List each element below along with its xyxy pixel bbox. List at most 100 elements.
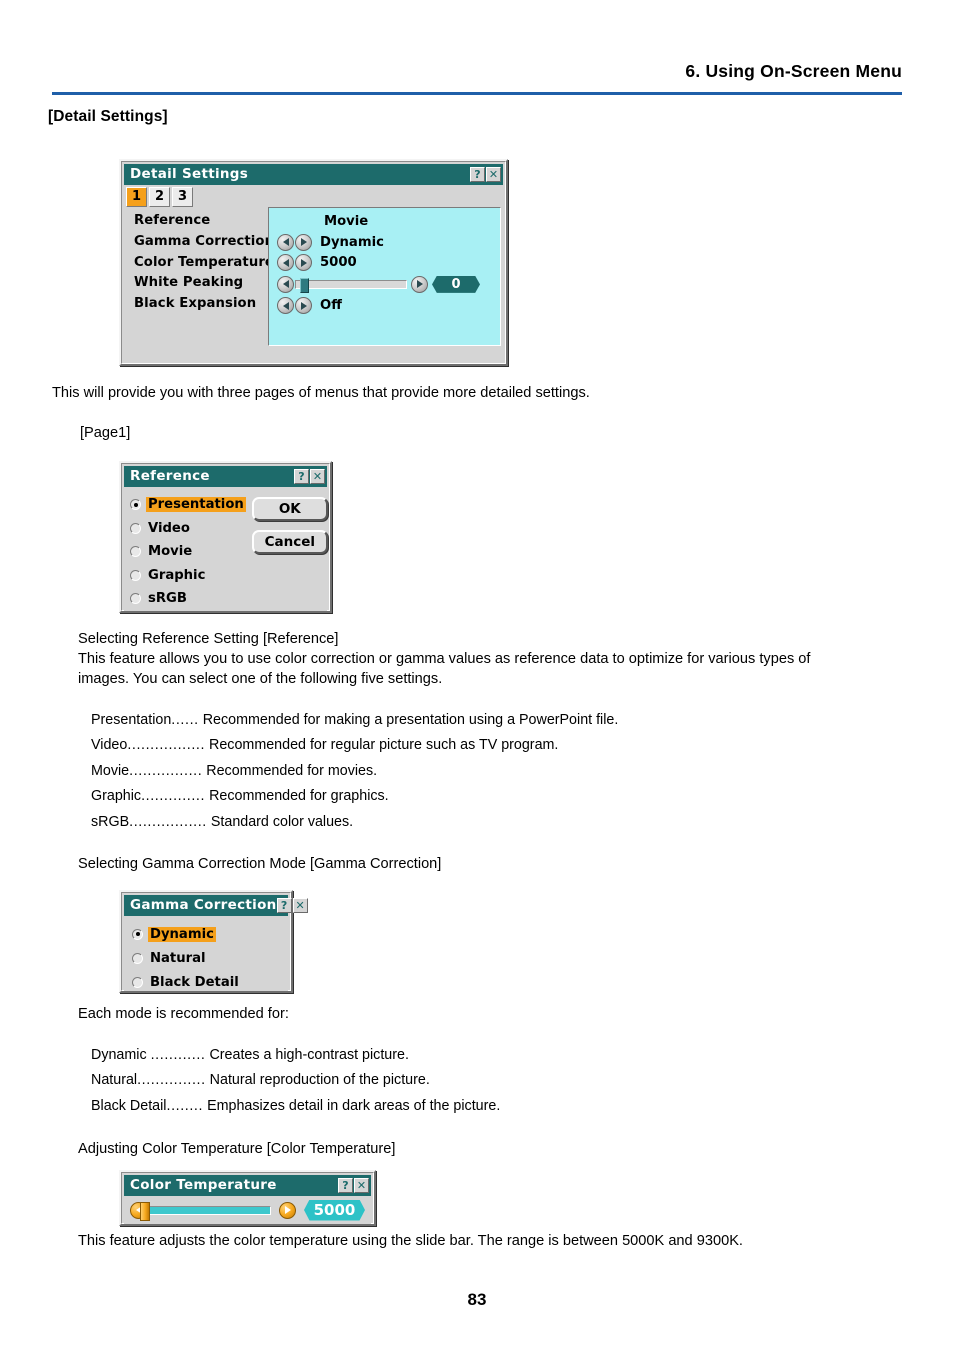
- arrow-right-icon[interactable]: [295, 233, 312, 251]
- reference-dialog-body: Presentation Video Movie Graphic sRGB OK…: [124, 487, 328, 611]
- reference-option-label: Graphic: [148, 567, 206, 583]
- definition-dots: ........: [166, 1097, 204, 1114]
- definition-description: Recommended for movies.: [206, 762, 378, 779]
- reference-option-srgb[interactable]: sRGB: [130, 587, 246, 611]
- definition-description: Recommended for graphics.: [209, 788, 389, 805]
- arrow-right-icon[interactable]: [411, 275, 428, 293]
- radio-icon[interactable]: [130, 522, 141, 534]
- reference-option-list: Presentation Video Movie Graphic sRGB: [130, 493, 246, 607]
- arrow-left-icon[interactable]: [277, 297, 294, 315]
- help-icon[interactable]: ?: [294, 469, 309, 484]
- tab-page-3[interactable]: 3: [172, 187, 193, 207]
- gamma-option-black-detail[interactable]: Black Detail: [132, 970, 284, 994]
- definition-dots: ...............: [137, 1072, 206, 1089]
- value-row-black-expansion: Off: [269, 295, 500, 316]
- close-icon[interactable]: ✕: [486, 167, 501, 182]
- close-icon[interactable]: ✕: [310, 469, 325, 484]
- menu-item-black-expansion[interactable]: Black Expansion: [134, 294, 263, 315]
- definition-dots: ..............: [141, 788, 206, 805]
- close-icon[interactable]: ✕: [354, 1178, 369, 1193]
- menu-item-color-temperature[interactable]: Color Temperature: [134, 253, 274, 274]
- gamma-intro-text: Each mode is recommended for:: [78, 1006, 289, 1022]
- reference-title-buttons: ? ✕: [294, 469, 325, 484]
- definition-dots: ............: [150, 1047, 206, 1063]
- gamma-titlebar: Gamma Correction ? ✕: [124, 895, 308, 916]
- colortemp-dialog-body: 5000: [124, 1196, 371, 1224]
- reference-dialog-buttons: OK Cancel: [251, 493, 328, 607]
- slider-handle[interactable]: [140, 1201, 150, 1221]
- definition-term: Natural: [91, 1072, 138, 1089]
- reference-option-graphic[interactable]: Graphic: [130, 564, 246, 588]
- radio-icon[interactable]: [130, 499, 141, 511]
- reference-titlebar: Reference ? ✕: [124, 466, 327, 487]
- definition-description: Emphasizes detail in dark areas of the p…: [207, 1097, 501, 1114]
- radio-icon[interactable]: [130, 546, 141, 558]
- white-peaking-slider[interactable]: [295, 277, 407, 293]
- color-temperature-dialog: Color Temperature ? ✕ 5000: [119, 1170, 376, 1226]
- detail-settings-window: Detail Settings ? ✕ 1 2 3 Reference Gamm…: [119, 159, 508, 366]
- gamma-section-heading: Selecting Gamma Correction Mode [Gamma C…: [78, 856, 442, 872]
- arrow-left-icon[interactable]: [277, 254, 294, 272]
- menu-item-reference[interactable]: Reference: [134, 211, 263, 232]
- reference-option-label: Video: [148, 520, 190, 536]
- definition-term: Presentation: [91, 712, 172, 728]
- detail-settings-title-buttons: ? ✕: [470, 167, 501, 182]
- help-icon[interactable]: ?: [276, 898, 292, 913]
- reference-option-movie[interactable]: Movie: [130, 540, 246, 564]
- slider-handle[interactable]: [300, 277, 310, 293]
- colortemp-titlebar: Color Temperature ? ✕: [124, 1175, 371, 1196]
- tab-page-1[interactable]: 1: [126, 187, 147, 207]
- reference-dialog: Reference ? ✕ Presentation Video Movie G…: [119, 461, 332, 613]
- arrow-left-icon[interactable]: [277, 233, 294, 251]
- radio-icon[interactable]: [132, 928, 143, 940]
- definition-dots: ......: [171, 712, 199, 728]
- ok-button[interactable]: OK: [251, 497, 328, 521]
- reference-dialog-inner: Reference ? ✕ Presentation Video Movie G…: [121, 463, 330, 611]
- reference-paragraph-line2: images. You can select one of the follow…: [78, 671, 443, 687]
- gamma-option-dynamic[interactable]: Dynamic: [132, 922, 284, 946]
- value-black-expansion: Off: [320, 298, 342, 314]
- reference-option-label: sRGB: [148, 591, 187, 607]
- radio-icon[interactable]: [130, 593, 141, 605]
- section-heading: [Detail Settings]: [48, 108, 168, 125]
- radio-icon[interactable]: [130, 569, 141, 581]
- tab-page-2[interactable]: 2: [149, 187, 170, 207]
- radio-icon[interactable]: [132, 976, 143, 988]
- arrow-right-icon[interactable]: [295, 254, 312, 272]
- definition-row: Video................. Recommended for r…: [91, 733, 618, 758]
- arrow-right-icon[interactable]: [295, 297, 312, 315]
- help-icon[interactable]: ?: [470, 167, 485, 182]
- definition-row: Black Detail........ Emphasizes detail i…: [91, 1094, 500, 1119]
- definition-term: Graphic: [91, 788, 142, 805]
- reference-definition-list: Presentation...... Recommended for makin…: [91, 708, 618, 835]
- value-reference: Movie: [324, 213, 369, 229]
- definition-description: Recommended for making a presentation us…: [202, 712, 619, 728]
- colortemp-slider[interactable]: [140, 1201, 271, 1221]
- reference-option-video[interactable]: Video: [130, 517, 246, 541]
- detail-settings-title: Detail Settings: [130, 165, 249, 182]
- running-head: 6. Using On-Screen Menu: [52, 61, 902, 81]
- gamma-dialog-title: Gamma Correction: [130, 896, 277, 913]
- value-row-gamma-correction: Dynamic: [269, 232, 500, 253]
- definition-term: Dynamic: [91, 1047, 147, 1063]
- cancel-button[interactable]: Cancel: [251, 530, 328, 554]
- page1-label: [Page1]: [80, 425, 131, 441]
- arrow-left-icon[interactable]: [277, 275, 294, 293]
- radio-icon[interactable]: [132, 952, 143, 964]
- gamma-dialog-body: Dynamic Natural Black Detail: [124, 916, 288, 991]
- colortemp-value-badge: 5000: [304, 1199, 365, 1221]
- value-row-color-temperature: 5000: [269, 253, 500, 274]
- help-icon[interactable]: ?: [338, 1178, 353, 1193]
- colortemp-paragraph: This feature adjusts the color temperatu…: [78, 1233, 743, 1249]
- menu-item-gamma-correction[interactable]: Gamma Correction: [134, 232, 274, 253]
- reference-option-presentation[interactable]: Presentation: [130, 493, 246, 517]
- arrow-right-icon[interactable]: [279, 1201, 296, 1219]
- black-expansion-arrow-buttons: [277, 297, 312, 315]
- gamma-option-natural[interactable]: Natural: [132, 946, 284, 970]
- menu-item-white-peaking[interactable]: White Peaking: [134, 273, 263, 294]
- document-page: 6. Using On-Screen Menu [Detail Settings…: [0, 0, 954, 1348]
- definition-description: Standard color values.: [210, 813, 354, 830]
- white-peaking-value-badge: 0: [432, 275, 480, 293]
- header-divider: [52, 92, 902, 95]
- close-icon[interactable]: ✕: [292, 898, 308, 913]
